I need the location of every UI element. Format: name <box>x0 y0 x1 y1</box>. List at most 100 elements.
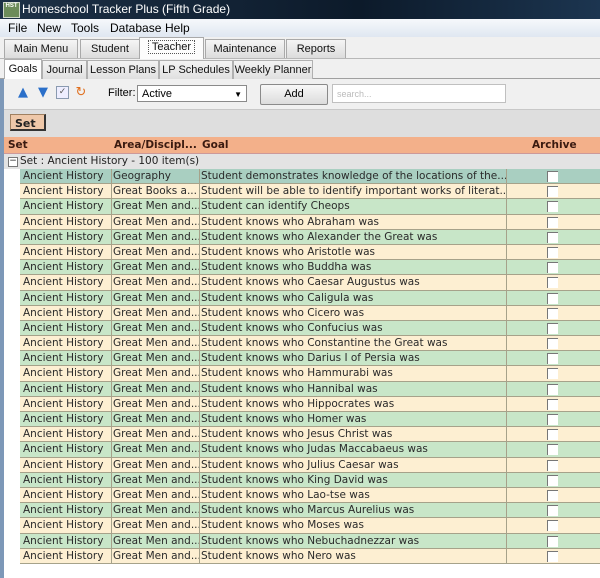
archive-checkbox[interactable] <box>547 444 558 456</box>
tab-student[interactable]: Student <box>80 39 140 58</box>
archive-checkbox[interactable] <box>547 383 558 395</box>
archive-checkbox[interactable] <box>547 231 558 243</box>
archive-checkbox[interactable] <box>547 246 558 258</box>
table-row[interactable]: Ancient History Great Men and... Student k… <box>20 548 600 564</box>
table-row[interactable]: Ancient History Great Men and... Student k… <box>20 442 600 458</box>
col-header-archive[interactable]: Archive <box>532 137 577 153</box>
menu-help[interactable]: Help <box>165 19 190 37</box>
group-by-set-chip[interactable]: Set <box>10 114 46 131</box>
cell-area: Geography <box>110 169 200 184</box>
archive-checkbox[interactable] <box>547 414 558 425</box>
archive-checkbox[interactable] <box>547 186 558 198</box>
table-row[interactable]: Ancient History Great Men and... Student k… <box>20 320 600 337</box>
archive-checkbox[interactable] <box>547 550 558 562</box>
expand-all-icon[interactable]: ▼ <box>36 86 50 100</box>
cell-set: Ancient History <box>20 503 112 518</box>
tab-reports[interactable]: Reports <box>286 39 346 58</box>
menu-database[interactable]: Database <box>110 19 161 37</box>
archive-checkbox[interactable] <box>547 398 558 410</box>
cell-goal: Student will be able to identify importa… <box>198 184 507 199</box>
subtab-weekly-planner[interactable]: Weekly Planner <box>233 60 313 79</box>
archive-checkbox[interactable] <box>547 368 558 380</box>
cell-goal: Student knows who Alexander the Great wa… <box>198 229 507 244</box>
col-header-goal[interactable]: Goal <box>202 137 229 153</box>
table-row[interactable]: Ancient History Great Men and... Student k… <box>20 351 600 367</box>
table-row[interactable]: Ancient History Great Men and... Student k… <box>20 214 600 230</box>
table-row[interactable]: Ancient History Great Men and... Student k… <box>20 518 600 534</box>
cell-area: Great Men and... <box>110 533 200 548</box>
cell-goal: Student knows who Confucius was <box>198 320 507 336</box>
tab-maintenance[interactable]: Maintenance <box>205 39 285 58</box>
table-row[interactable]: Ancient History Great Men and... Student k… <box>20 487 600 504</box>
cell-set: Ancient History <box>20 305 112 320</box>
filter-select[interactable]: Active ▼ <box>137 85 247 102</box>
cell-set: Ancient History <box>20 336 112 351</box>
table-row[interactable]: Ancient History Great Men and... Student k… <box>20 533 600 549</box>
archive-checkbox[interactable] <box>547 535 558 547</box>
table-row[interactable]: Ancient History Great Men and... Student k… <box>20 472 600 488</box>
filter-value: Active <box>142 88 172 100</box>
archive-checkbox[interactable] <box>547 474 558 486</box>
archive-checkbox[interactable] <box>547 429 558 441</box>
archive-checkbox[interactable] <box>547 520 558 532</box>
table-row[interactable]: Ancient History Great Men and... Student k… <box>20 229 600 245</box>
table-row[interactable]: Ancient History Great Men and... Student k… <box>20 305 600 321</box>
archive-checkbox[interactable] <box>547 459 558 471</box>
group-row[interactable]: − Set : Ancient History - 100 item(s) <box>4 154 600 169</box>
table-row[interactable]: Ancient History Great Books a... Student w… <box>20 184 600 200</box>
table-row[interactable]: Ancient History Great Men and... Student k… <box>20 427 600 443</box>
archive-checkbox[interactable] <box>547 201 558 213</box>
collapse-group-icon[interactable]: − <box>8 157 18 167</box>
table-row[interactable]: Ancient History Great Men and... Student k… <box>20 244 600 261</box>
archive-checkbox[interactable] <box>547 171 558 182</box>
archive-checkbox[interactable] <box>547 262 558 274</box>
table-row[interactable]: Ancient History Great Men and... Student k… <box>20 260 600 276</box>
menu-tools[interactable]: Tools <box>71 19 99 37</box>
archive-checkbox[interactable] <box>547 277 558 289</box>
refresh-icon[interactable]: ↻ <box>74 86 88 100</box>
chevron-down-icon: ▼ <box>234 90 242 99</box>
add-button[interactable]: Add <box>260 84 328 105</box>
subtab-journal[interactable]: Journal <box>42 60 87 79</box>
archive-checkbox[interactable] <box>547 489 558 501</box>
archive-checkbox[interactable] <box>547 505 558 517</box>
cell-area: Great Men and... <box>110 260 200 275</box>
cell-set: Ancient History <box>20 199 112 214</box>
table-row[interactable]: Ancient History Great Men and... Student k… <box>20 381 600 397</box>
group-by-panel: Set <box>4 110 600 137</box>
table-row[interactable]: Ancient History Great Men and... Student k… <box>20 366 600 382</box>
col-header-set[interactable]: Set <box>8 137 28 153</box>
table-row[interactable]: Ancient History Great Men and... Student k… <box>20 503 600 519</box>
subtab-goals[interactable]: Goals <box>4 59 42 80</box>
checklist-icon[interactable]: ✓ <box>56 86 69 99</box>
archive-checkbox[interactable] <box>547 322 558 334</box>
archive-checkbox[interactable] <box>547 216 558 228</box>
menu-file[interactable]: File <box>8 19 27 37</box>
cell-archive <box>507 412 600 426</box>
table-row[interactable]: Ancient History Great Men and... Student k… <box>20 275 600 291</box>
table-row[interactable]: Ancient History Great Men and... Student k… <box>20 396 600 412</box>
cell-set: Ancient History <box>20 472 112 487</box>
table-row[interactable]: Ancient History Great Men and... Student k… <box>20 290 600 306</box>
subtab-lesson-plans[interactable]: Lesson Plans <box>87 60 159 79</box>
cell-archive <box>507 366 600 380</box>
tab-main-menu[interactable]: Main Menu <box>4 39 78 58</box>
table-row[interactable]: Ancient History Great Men and... Student k… <box>20 412 600 428</box>
archive-checkbox[interactable] <box>547 292 558 304</box>
table-row[interactable]: Ancient History Great Men and... Student c… <box>20 199 600 215</box>
collapse-all-icon[interactable]: ▲ <box>16 86 30 100</box>
cell-set: Ancient History <box>20 396 112 411</box>
subtab-lp-schedules[interactable]: LP Schedules <box>159 60 233 79</box>
cell-goal: Student knows who Lao-tse was <box>198 487 507 503</box>
table-row[interactable]: Ancient History Great Men and... Student k… <box>20 457 600 473</box>
table-row[interactable]: Ancient History Great Men and... Student k… <box>20 336 600 352</box>
tab-teacher[interactable]: Teacher <box>139 37 204 59</box>
col-header-area[interactable]: Area/Discipl... <box>114 137 197 153</box>
archive-checkbox[interactable] <box>547 338 558 350</box>
menu-new[interactable]: New <box>37 19 61 37</box>
search-input[interactable]: search... <box>332 84 506 103</box>
table-row[interactable]: Ancient History Geography Student demonstr… <box>20 169 600 185</box>
archive-checkbox[interactable] <box>547 307 558 319</box>
archive-checkbox[interactable] <box>547 353 558 365</box>
cell-archive <box>507 503 600 517</box>
